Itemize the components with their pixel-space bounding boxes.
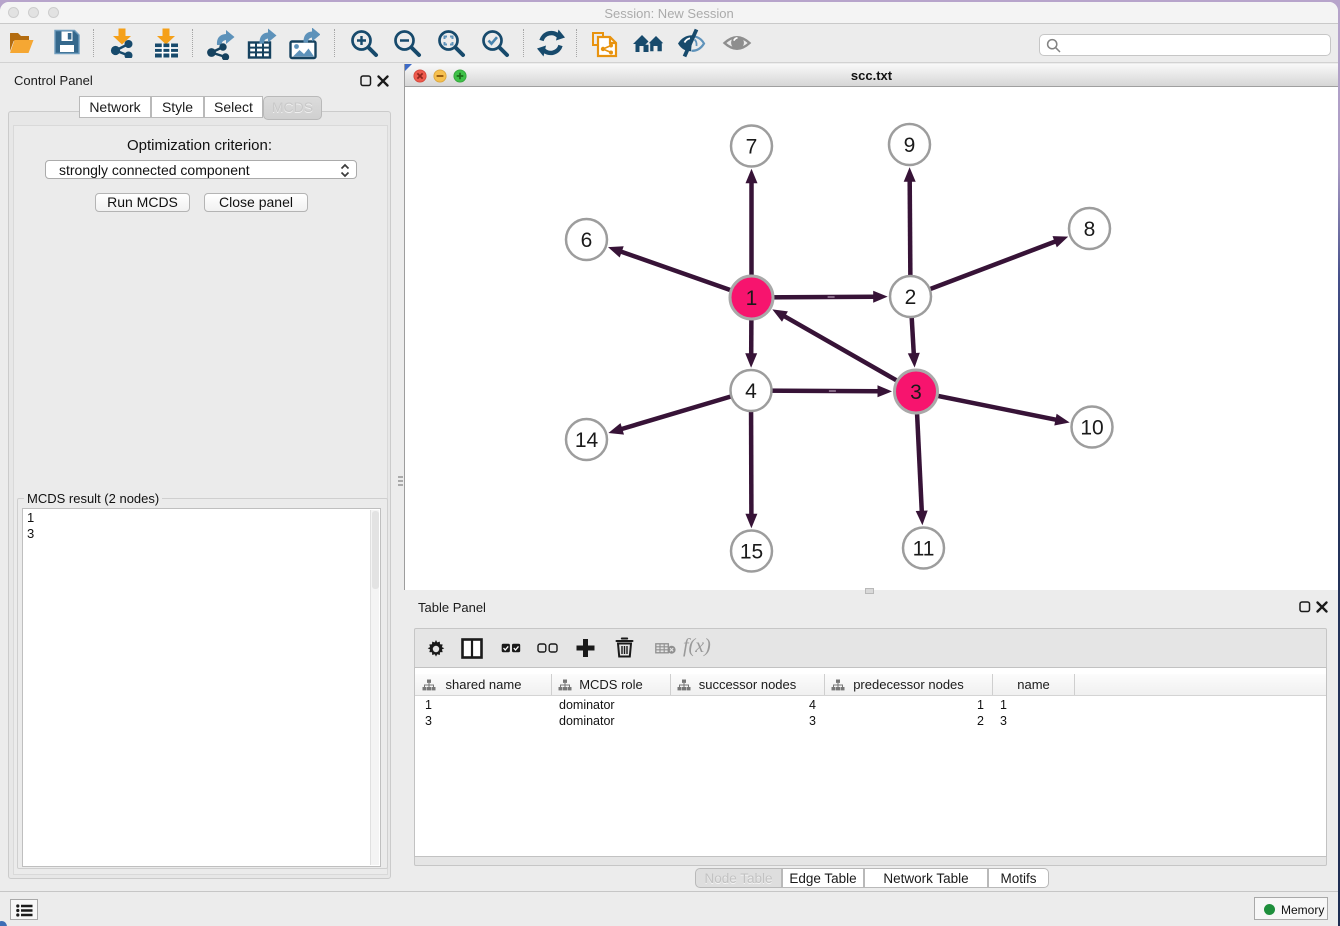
svg-text:6: 6 <box>581 229 593 252</box>
svg-text:4: 4 <box>745 380 757 403</box>
svg-text:2: 2 <box>905 286 917 309</box>
svg-text:14: 14 <box>575 429 599 452</box>
svg-text:11: 11 <box>913 538 935 561</box>
svg-text:7: 7 <box>746 136 758 159</box>
svg-text:15: 15 <box>740 541 763 564</box>
svg-text:3: 3 <box>910 381 922 404</box>
svg-text:8: 8 <box>1084 218 1096 241</box>
svg-text:9: 9 <box>904 134 916 157</box>
svg-text:10: 10 <box>1080 417 1103 440</box>
svg-text:1: 1 <box>746 287 758 310</box>
